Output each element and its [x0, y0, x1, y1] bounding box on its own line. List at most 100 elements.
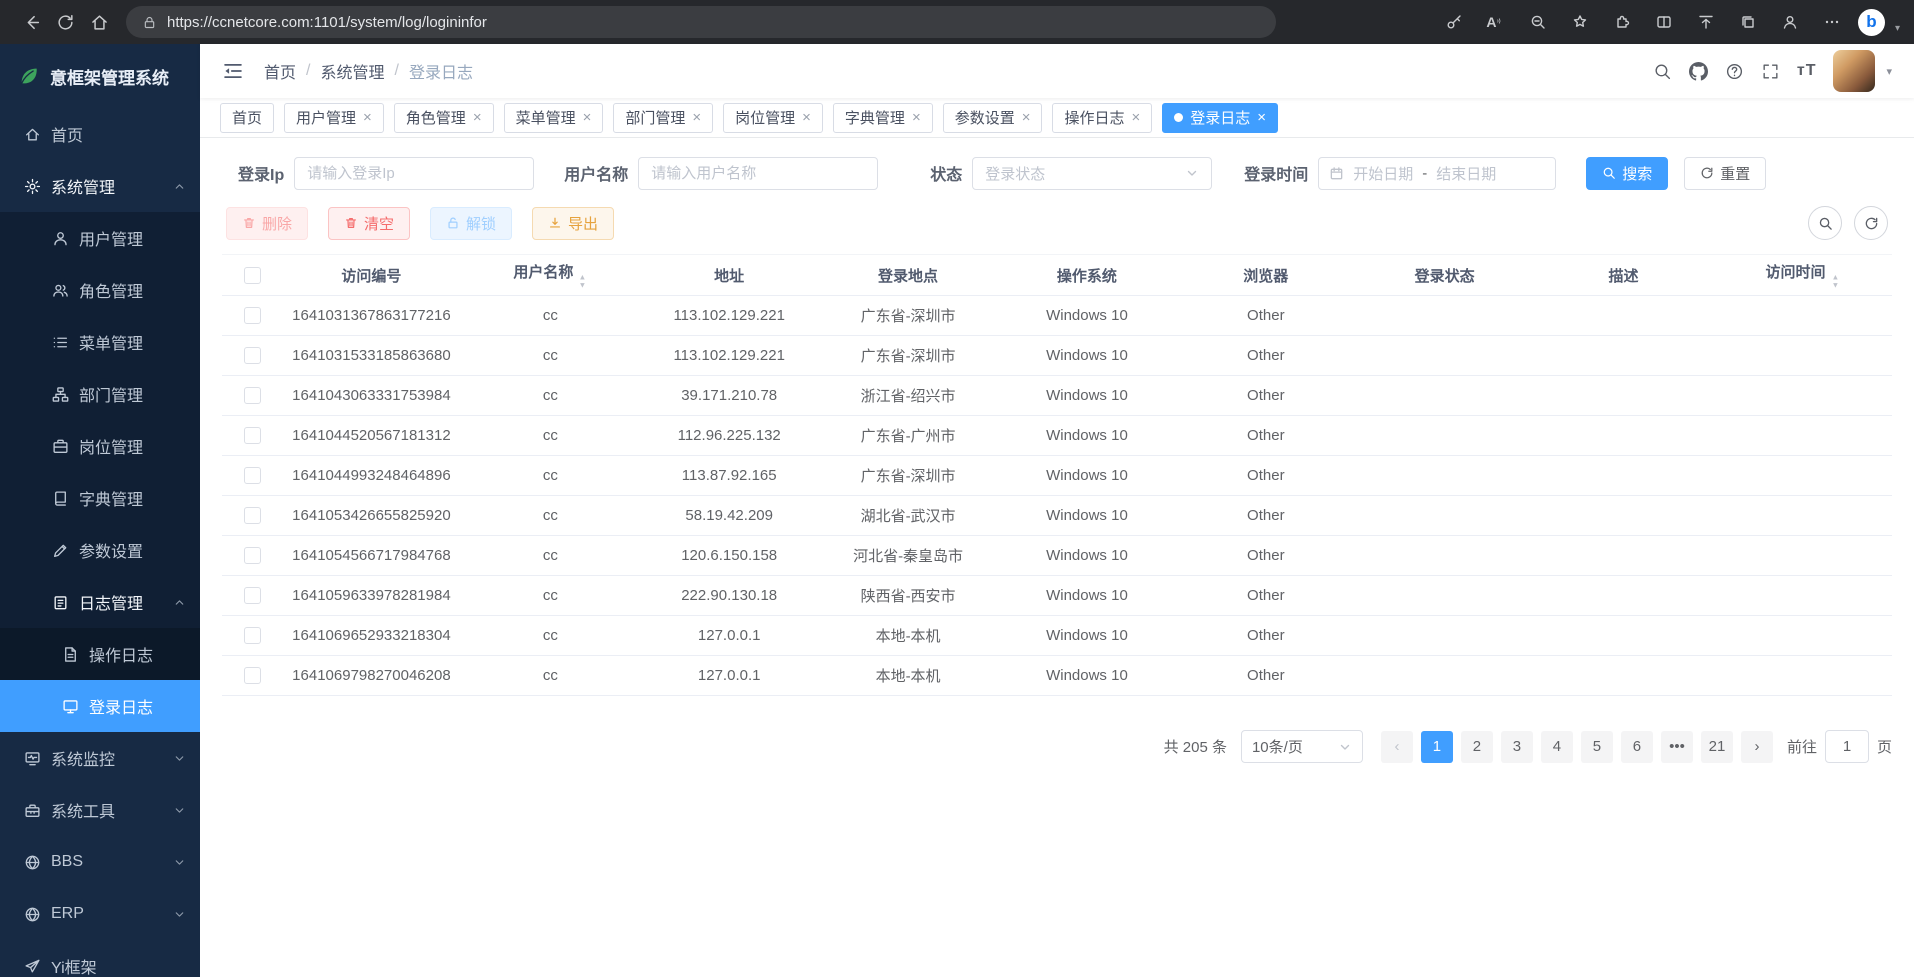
goto-page-input[interactable] [1825, 730, 1869, 763]
tab-home[interactable]: 首页 [220, 103, 274, 133]
tab-post-mgmt[interactable]: 岗位管理× [723, 103, 823, 133]
close-icon[interactable]: × [692, 110, 701, 125]
fullscreen-icon[interactable] [1761, 62, 1780, 81]
tab-login-log[interactable]: 登录日志× [1162, 103, 1278, 133]
column-header[interactable]: 访问时间▲▼ [1713, 255, 1892, 296]
close-icon[interactable]: × [583, 110, 592, 125]
search-button[interactable]: 搜索 [1586, 157, 1668, 190]
zoom-icon[interactable] [1522, 6, 1554, 38]
browser-menu-icon[interactable] [1816, 6, 1848, 38]
sort-icon[interactable]: ▲▼ [578, 273, 587, 289]
delete-button[interactable]: 删除 [226, 207, 308, 240]
sidebar-item-user-mgmt[interactable]: 用户管理 [0, 212, 200, 264]
tab-dict-mgmt[interactable]: 字典管理× [833, 103, 933, 133]
login-ip-input[interactable] [294, 157, 534, 190]
sidebar-item-bbs[interactable]: BBS [0, 836, 200, 888]
close-icon[interactable]: × [802, 110, 811, 125]
sidebar-item-log-mgmt[interactable]: 日志管理 [0, 576, 200, 628]
search-icon[interactable] [1653, 62, 1672, 81]
sidebar-item-erp[interactable]: ERP [0, 888, 200, 940]
row-checkbox[interactable] [244, 427, 261, 444]
sidebar-item-dept-mgmt[interactable]: 部门管理 [0, 368, 200, 420]
prev-page-button[interactable]: ‹ [1381, 731, 1413, 763]
close-icon[interactable]: × [1022, 110, 1031, 125]
reset-button[interactable]: 重置 [1684, 157, 1766, 190]
browser-refresh-button[interactable] [48, 5, 82, 39]
tab-dept-mgmt[interactable]: 部门管理× [613, 103, 713, 133]
page-button-1[interactable]: 1 [1421, 731, 1453, 763]
page-button-2[interactable]: 2 [1461, 731, 1493, 763]
breadcrumb-item[interactable]: 系统管理 [320, 59, 384, 83]
font-size-icon[interactable]: тT [1797, 62, 1817, 80]
breadcrumb-item[interactable]: 首页 [264, 59, 296, 83]
page-size-select[interactable]: 10条/页 [1241, 730, 1363, 763]
sidebar-item-system-monitor[interactable]: 系统监控 [0, 732, 200, 784]
sidebar-item-post-mgmt[interactable]: 岗位管理 [0, 420, 200, 472]
favorites-icon[interactable] [1690, 6, 1722, 38]
tab-operation-log[interactable]: 操作日志× [1052, 103, 1152, 133]
row-checkbox[interactable] [244, 467, 261, 484]
page-button-4[interactable]: 4 [1541, 731, 1573, 763]
sidebar-item-role-mgmt[interactable]: 角色管理 [0, 264, 200, 316]
row-checkbox[interactable] [244, 347, 261, 364]
sidebar-item-menu-mgmt[interactable]: 菜单管理 [0, 316, 200, 368]
close-icon[interactable]: × [1257, 110, 1266, 125]
row-checkbox[interactable] [244, 627, 261, 644]
next-page-button[interactable]: › [1741, 731, 1773, 763]
help-icon[interactable] [1725, 62, 1744, 81]
sidebar-item-home[interactable]: 首页 [0, 108, 200, 160]
sidebar-item-yi-framework[interactable]: Yi框架 [0, 940, 200, 977]
select-all-checkbox[interactable] [244, 267, 261, 284]
github-icon[interactable] [1689, 62, 1708, 81]
read-aloud-icon[interactable]: A [1480, 6, 1512, 38]
extensions-icon[interactable] [1606, 6, 1638, 38]
page-button-6[interactable]: 6 [1621, 731, 1653, 763]
split-screen-icon[interactable] [1648, 6, 1680, 38]
row-checkbox[interactable] [244, 507, 261, 524]
date-range-picker[interactable]: 开始日期 - 结束日期 [1318, 157, 1556, 190]
sidebar-item-param-settings[interactable]: 参数设置 [0, 524, 200, 576]
status-select[interactable]: 登录状态 [972, 157, 1212, 190]
tab-menu-mgmt[interactable]: 菜单管理× [504, 103, 604, 133]
sidebar-item-dict-mgmt[interactable]: 字典管理 [0, 472, 200, 524]
page-button-5[interactable]: 5 [1581, 731, 1613, 763]
close-icon[interactable]: × [363, 110, 372, 125]
bing-icon[interactable]: b [1858, 9, 1885, 36]
username-input[interactable] [638, 157, 878, 190]
close-icon[interactable]: × [473, 110, 482, 125]
browser-back-button[interactable] [14, 5, 48, 39]
page-button-21[interactable]: 21 [1701, 731, 1733, 763]
show-search-toggle-button[interactable] [1808, 206, 1842, 240]
sort-icon[interactable]: ▲▼ [1831, 273, 1840, 289]
unlock-button[interactable]: 解锁 [430, 207, 512, 240]
row-checkbox[interactable] [244, 387, 261, 404]
sidebar-item-operation-log[interactable]: 操作日志 [0, 628, 200, 680]
address-bar[interactable]: https://ccnetcore.com:1101/system/log/lo… [126, 6, 1276, 38]
tab-user-mgmt[interactable]: 用户管理× [284, 103, 384, 133]
browser-home-button[interactable] [82, 5, 116, 39]
collections-icon[interactable] [1732, 6, 1764, 38]
favorites-add-icon[interactable] [1564, 6, 1596, 38]
close-icon[interactable]: × [912, 110, 921, 125]
sidebar-item-system-tools[interactable]: 系统工具 [0, 784, 200, 836]
sidebar-item-login-log[interactable]: 登录日志 [0, 680, 200, 732]
row-checkbox[interactable] [244, 307, 261, 324]
more-pages-button[interactable]: ••• [1661, 731, 1693, 763]
clear-button[interactable]: 清空 [328, 207, 410, 240]
page-button-3[interactable]: 3 [1501, 731, 1533, 763]
tab-role-mgmt[interactable]: 角色管理× [394, 103, 494, 133]
password-key-icon[interactable] [1438, 6, 1470, 38]
sidebar-item-system-mgmt[interactable]: 系统管理 [0, 160, 200, 212]
export-button[interactable]: 导出 [532, 207, 614, 240]
user-avatar[interactable] [1833, 50, 1875, 92]
row-checkbox[interactable] [244, 667, 261, 684]
close-icon[interactable]: × [1132, 110, 1141, 125]
column-header[interactable]: 用户名称▲▼ [461, 255, 640, 296]
refresh-table-button[interactable] [1854, 206, 1888, 240]
tab-param-settings[interactable]: 参数设置× [943, 103, 1043, 133]
row-checkbox[interactable] [244, 547, 261, 564]
browser-profile-icon[interactable] [1774, 6, 1806, 38]
row-checkbox[interactable] [244, 587, 261, 604]
chevron-down-icon[interactable]: ▾ [1895, 23, 1900, 34]
collapse-sidebar-button[interactable] [222, 60, 244, 82]
